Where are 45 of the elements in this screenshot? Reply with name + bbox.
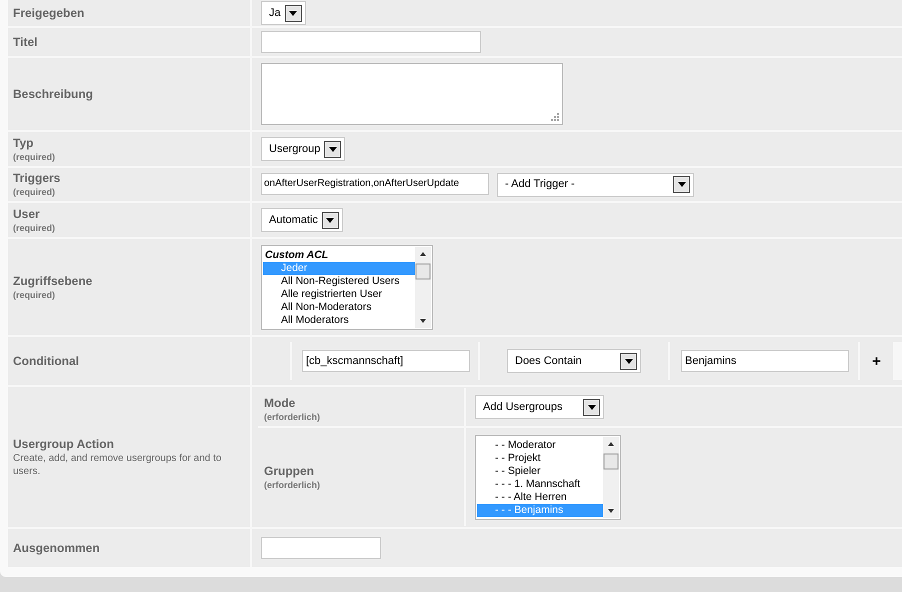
list-option[interactable]: Alle registrierten User [263,288,415,300]
required-note: (erforderlich) [264,478,320,490]
field-label: Ausgenommen [13,540,100,556]
resize-grip-icon[interactable] [551,113,559,121]
field-label: Titel [13,34,38,50]
field-label: Mode [264,396,296,411]
field-description: Create, add, and remove usergroups for and to users. [13,452,222,478]
triggers-input-field[interactable]: onAfterUserRegistration,onAfterUserUpdate [261,172,489,194]
add-condition-button[interactable]: + [872,354,881,368]
list-option[interactable]: - - Projekt [477,452,603,464]
condition-value-input[interactable]: Benjamins [681,350,849,372]
list-group-header: Custom ACL [264,248,330,262]
dropdown-select[interactable]: Usergroup [261,137,346,161]
list-option[interactable]: All Moderators [263,314,415,326]
text-input-field[interactable] [261,537,381,559]
field-label: Beschreibung [13,86,94,102]
field-label: Triggers [13,171,60,186]
required-note: (required) [13,186,56,198]
operator-select[interactable]: Does Contain [507,349,641,373]
condition-field-input[interactable]: [cb_kscmannschaft] [302,350,470,372]
field-label: Freigegeben [13,6,84,20]
field-label: Usergroup Action [13,436,115,452]
add-trigger-select[interactable]: - Add Trigger - [497,172,694,196]
required-note: (required) [13,288,56,300]
list-option[interactable]: - - - 1. Mannschaft [477,478,603,490]
dropdown-select[interactable]: Ja [261,1,306,25]
text-input-field[interactable] [261,31,481,53]
list-option[interactable]: - - - Alte Herren [477,490,603,504]
field-label: Gruppen [264,464,315,478]
required-note: (required) [13,150,56,162]
list-box[interactable]: - - Moderator - - Projekt - - Spieler - - - 1. Mannschaft - - - Alte Herren - - - Benjamins [475,434,621,520]
list-box[interactable]: Custom ACL Jeder All Non-Registered Users Alle registrierten User All Non-Moderators All Moderators [261,244,433,330]
list-option[interactable]: - - Spieler [477,464,603,478]
textarea-field[interactable] [261,63,563,125]
field-label: Typ [13,136,34,150]
dropdown-select[interactable]: Automatic [261,208,343,232]
required-note: (required) [13,222,56,234]
mode-select[interactable]: Add Usergroups [475,395,604,419]
field-label: User [13,206,41,222]
field-label: Conditional [13,354,79,368]
required-note: (erforderlich) [264,411,322,423]
list-option[interactable]: All Non-Registered Users [263,274,415,288]
list-option[interactable]: - - Moderator [477,438,603,452]
field-label: Zugriffsebene [13,274,92,288]
list-option[interactable]: All Non-Moderators [263,300,415,314]
